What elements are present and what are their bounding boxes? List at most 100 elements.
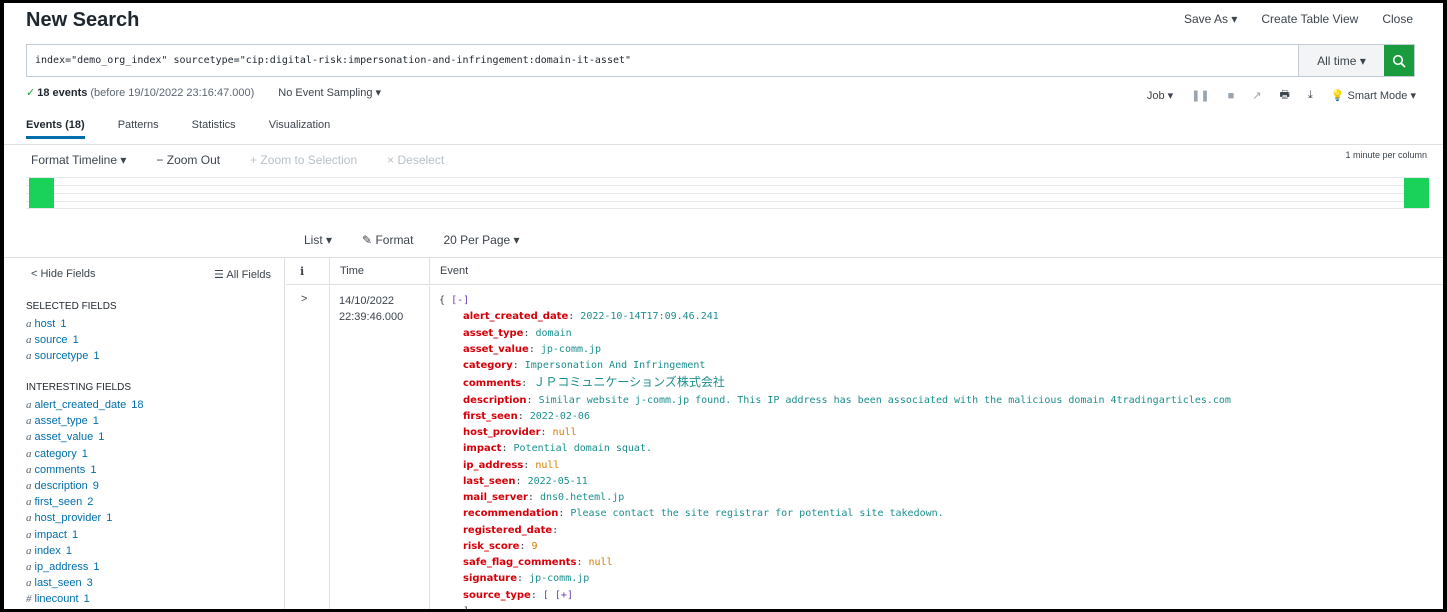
header-actions: Save As ▾ Create Table View Close (1184, 12, 1413, 26)
json-value[interactable]: Potential domain squat. (514, 443, 652, 454)
save-as-menu[interactable]: Save As ▾ (1184, 12, 1237, 26)
json-key[interactable]: signature (463, 573, 517, 584)
field-ip-address[interactable]: a ip_address 1 (26, 559, 144, 575)
json-field: recommendation: Please contact the site … (439, 506, 1231, 522)
json-separator: : (501, 443, 514, 455)
json-key[interactable]: alert_created_date (463, 311, 568, 322)
event-timeline[interactable] (26, 177, 1429, 209)
json-value[interactable]: jp-comm.jp (541, 344, 601, 355)
timeline-bar[interactable] (29, 178, 54, 208)
tab-statistics[interactable]: Statistics (192, 119, 236, 139)
field-comments[interactable]: a comments 1 (26, 462, 144, 478)
json-key[interactable]: description (463, 395, 527, 406)
json-value[interactable]: null (553, 427, 577, 438)
json-value[interactable]: 2022-10-14T17:09.46.241 (580, 311, 718, 322)
field-asset-type[interactable]: a asset_type 1 (26, 413, 144, 429)
list-view-menu[interactable]: List ▾ (304, 233, 332, 247)
json-value[interactable]: 2022-02-06 (530, 411, 590, 422)
pause-icon[interactable]: ❚❚ (1191, 89, 1209, 102)
json-value[interactable]: null (588, 557, 612, 568)
tab-patterns[interactable]: Patterns (118, 119, 159, 139)
field-count: 1 (106, 512, 113, 525)
json-key[interactable]: ip_address (463, 460, 523, 471)
json-field: ip_address: null (439, 458, 1231, 474)
json-key[interactable]: registered_date (463, 525, 552, 536)
field-description[interactable]: a description 9 (26, 478, 144, 494)
interesting-fields: INTERESTING FIELDS a alert_created_date 1… (26, 382, 144, 607)
json-key[interactable]: source_type (463, 590, 531, 601)
format-button[interactable]: ✎ Format (362, 233, 413, 247)
search-bar: All time ▾ (26, 44, 1415, 77)
field-count: 1 (65, 544, 72, 557)
field-linecount[interactable]: # linecount 1 (26, 591, 144, 607)
json-value[interactable]: dns0.heteml.jp (540, 492, 624, 503)
share-icon[interactable]: ↗ (1252, 89, 1261, 102)
json-value[interactable]: 2022-05-11 (528, 476, 588, 487)
json-key[interactable]: impact (463, 443, 501, 454)
stop-icon[interactable]: ■ (1228, 90, 1235, 102)
json-value[interactable]: [ [+] (543, 590, 573, 601)
json-key[interactable]: asset_value (463, 344, 529, 355)
lightbulb-icon: 💡 (1330, 90, 1345, 102)
field-host[interactable]: a host 1 (26, 316, 117, 332)
field-name: description (34, 479, 88, 492)
format-timeline-menu[interactable]: Format Timeline ▾ (31, 153, 126, 167)
field-sourcetype[interactable]: a sourcetype 1 (26, 348, 117, 364)
close-link[interactable]: Close (1382, 12, 1413, 26)
expand-row-button[interactable]: > (301, 293, 307, 305)
timeline-bar[interactable] (1404, 178, 1429, 208)
json-value[interactable]: Similar website j-comm.jp found. This IP… (539, 395, 1231, 406)
json-separator: : (568, 311, 581, 323)
field-asset-value[interactable]: a asset_value 1 (26, 429, 144, 445)
tab-events[interactable]: Events (18) (26, 119, 85, 139)
json-key[interactable]: mail_server (463, 492, 528, 503)
field-last-seen[interactable]: a last_seen 3 (26, 575, 144, 591)
json-field: host_provider: null (439, 425, 1231, 441)
json-key[interactable]: safe_flag_comments (463, 557, 576, 568)
json-value[interactable]: ＪＰコミュニケーションズ株式会社 (533, 375, 725, 389)
tab-visualization[interactable]: Visualization (269, 119, 331, 139)
field-index[interactable]: a index 1 (26, 543, 144, 559)
collapse-toggle[interactable]: [-] (451, 295, 469, 306)
field-impact[interactable]: a impact 1 (26, 527, 144, 543)
field-first-seen[interactable]: a first_seen 2 (26, 494, 144, 510)
all-fields-button[interactable]: ☰ All Fields (214, 268, 271, 281)
json-value[interactable]: domain (536, 328, 572, 339)
search-mode-menu[interactable]: 💡 Smart Mode ▾ (1331, 89, 1416, 102)
timeline-scale-label: 1 minute per column (1345, 150, 1427, 160)
field-host-provider[interactable]: a host_provider 1 (26, 510, 144, 526)
json-value[interactable]: Impersonation And Infringement (525, 360, 706, 371)
json-value[interactable]: 9 (531, 541, 537, 552)
json-key[interactable]: asset_type (463, 328, 523, 339)
export-icon[interactable]: ⤓ (1308, 89, 1313, 102)
zoom-out-button[interactable]: − Zoom Out (156, 153, 220, 167)
fields-sidebar: < Hide Fields ☰ All Fields SELECTED FIEL… (4, 258, 285, 609)
field-category[interactable]: a category 1 (26, 446, 144, 462)
json-value[interactable]: Please contact the site registrar for po… (570, 508, 943, 519)
json-key[interactable]: risk_score (463, 541, 519, 552)
json-key[interactable]: host_provider (463, 427, 541, 438)
json-key[interactable]: comments (463, 378, 521, 389)
json-value[interactable]: jp-comm.jp (529, 573, 589, 584)
create-table-view-link[interactable]: Create Table View (1261, 12, 1358, 26)
event-count: 18 events (37, 86, 88, 99)
json-value[interactable]: null (535, 460, 559, 471)
job-menu[interactable]: Job ▾ (1147, 89, 1173, 102)
field-source[interactable]: a source 1 (26, 332, 117, 348)
json-key[interactable]: category (463, 360, 513, 371)
json-key[interactable]: recommendation (463, 508, 558, 519)
search-input[interactable] (27, 45, 1298, 76)
print-icon[interactable]: 🖶 (1279, 86, 1289, 105)
json-key[interactable]: first_seen (463, 411, 518, 422)
time-column-header[interactable]: Time (329, 258, 429, 285)
time-range-picker[interactable]: All time ▾ (1298, 45, 1384, 76)
zoom-to-selection-button[interactable]: + Zoom to Selection (250, 153, 357, 167)
json-field: asset_value: jp-comm.jp (439, 342, 1231, 358)
per-page-menu[interactable]: 20 Per Page ▾ (443, 233, 519, 247)
hide-fields-button[interactable]: < Hide Fields (31, 268, 96, 281)
json-key[interactable]: last_seen (463, 476, 516, 487)
deselect-button[interactable]: × Deselect (387, 153, 444, 167)
event-sampling-menu[interactable]: No Event Sampling ▾ (278, 86, 381, 99)
field-alert-created-date[interactable]: a alert_created_date 18 (26, 397, 144, 413)
search-button[interactable] (1384, 45, 1414, 76)
